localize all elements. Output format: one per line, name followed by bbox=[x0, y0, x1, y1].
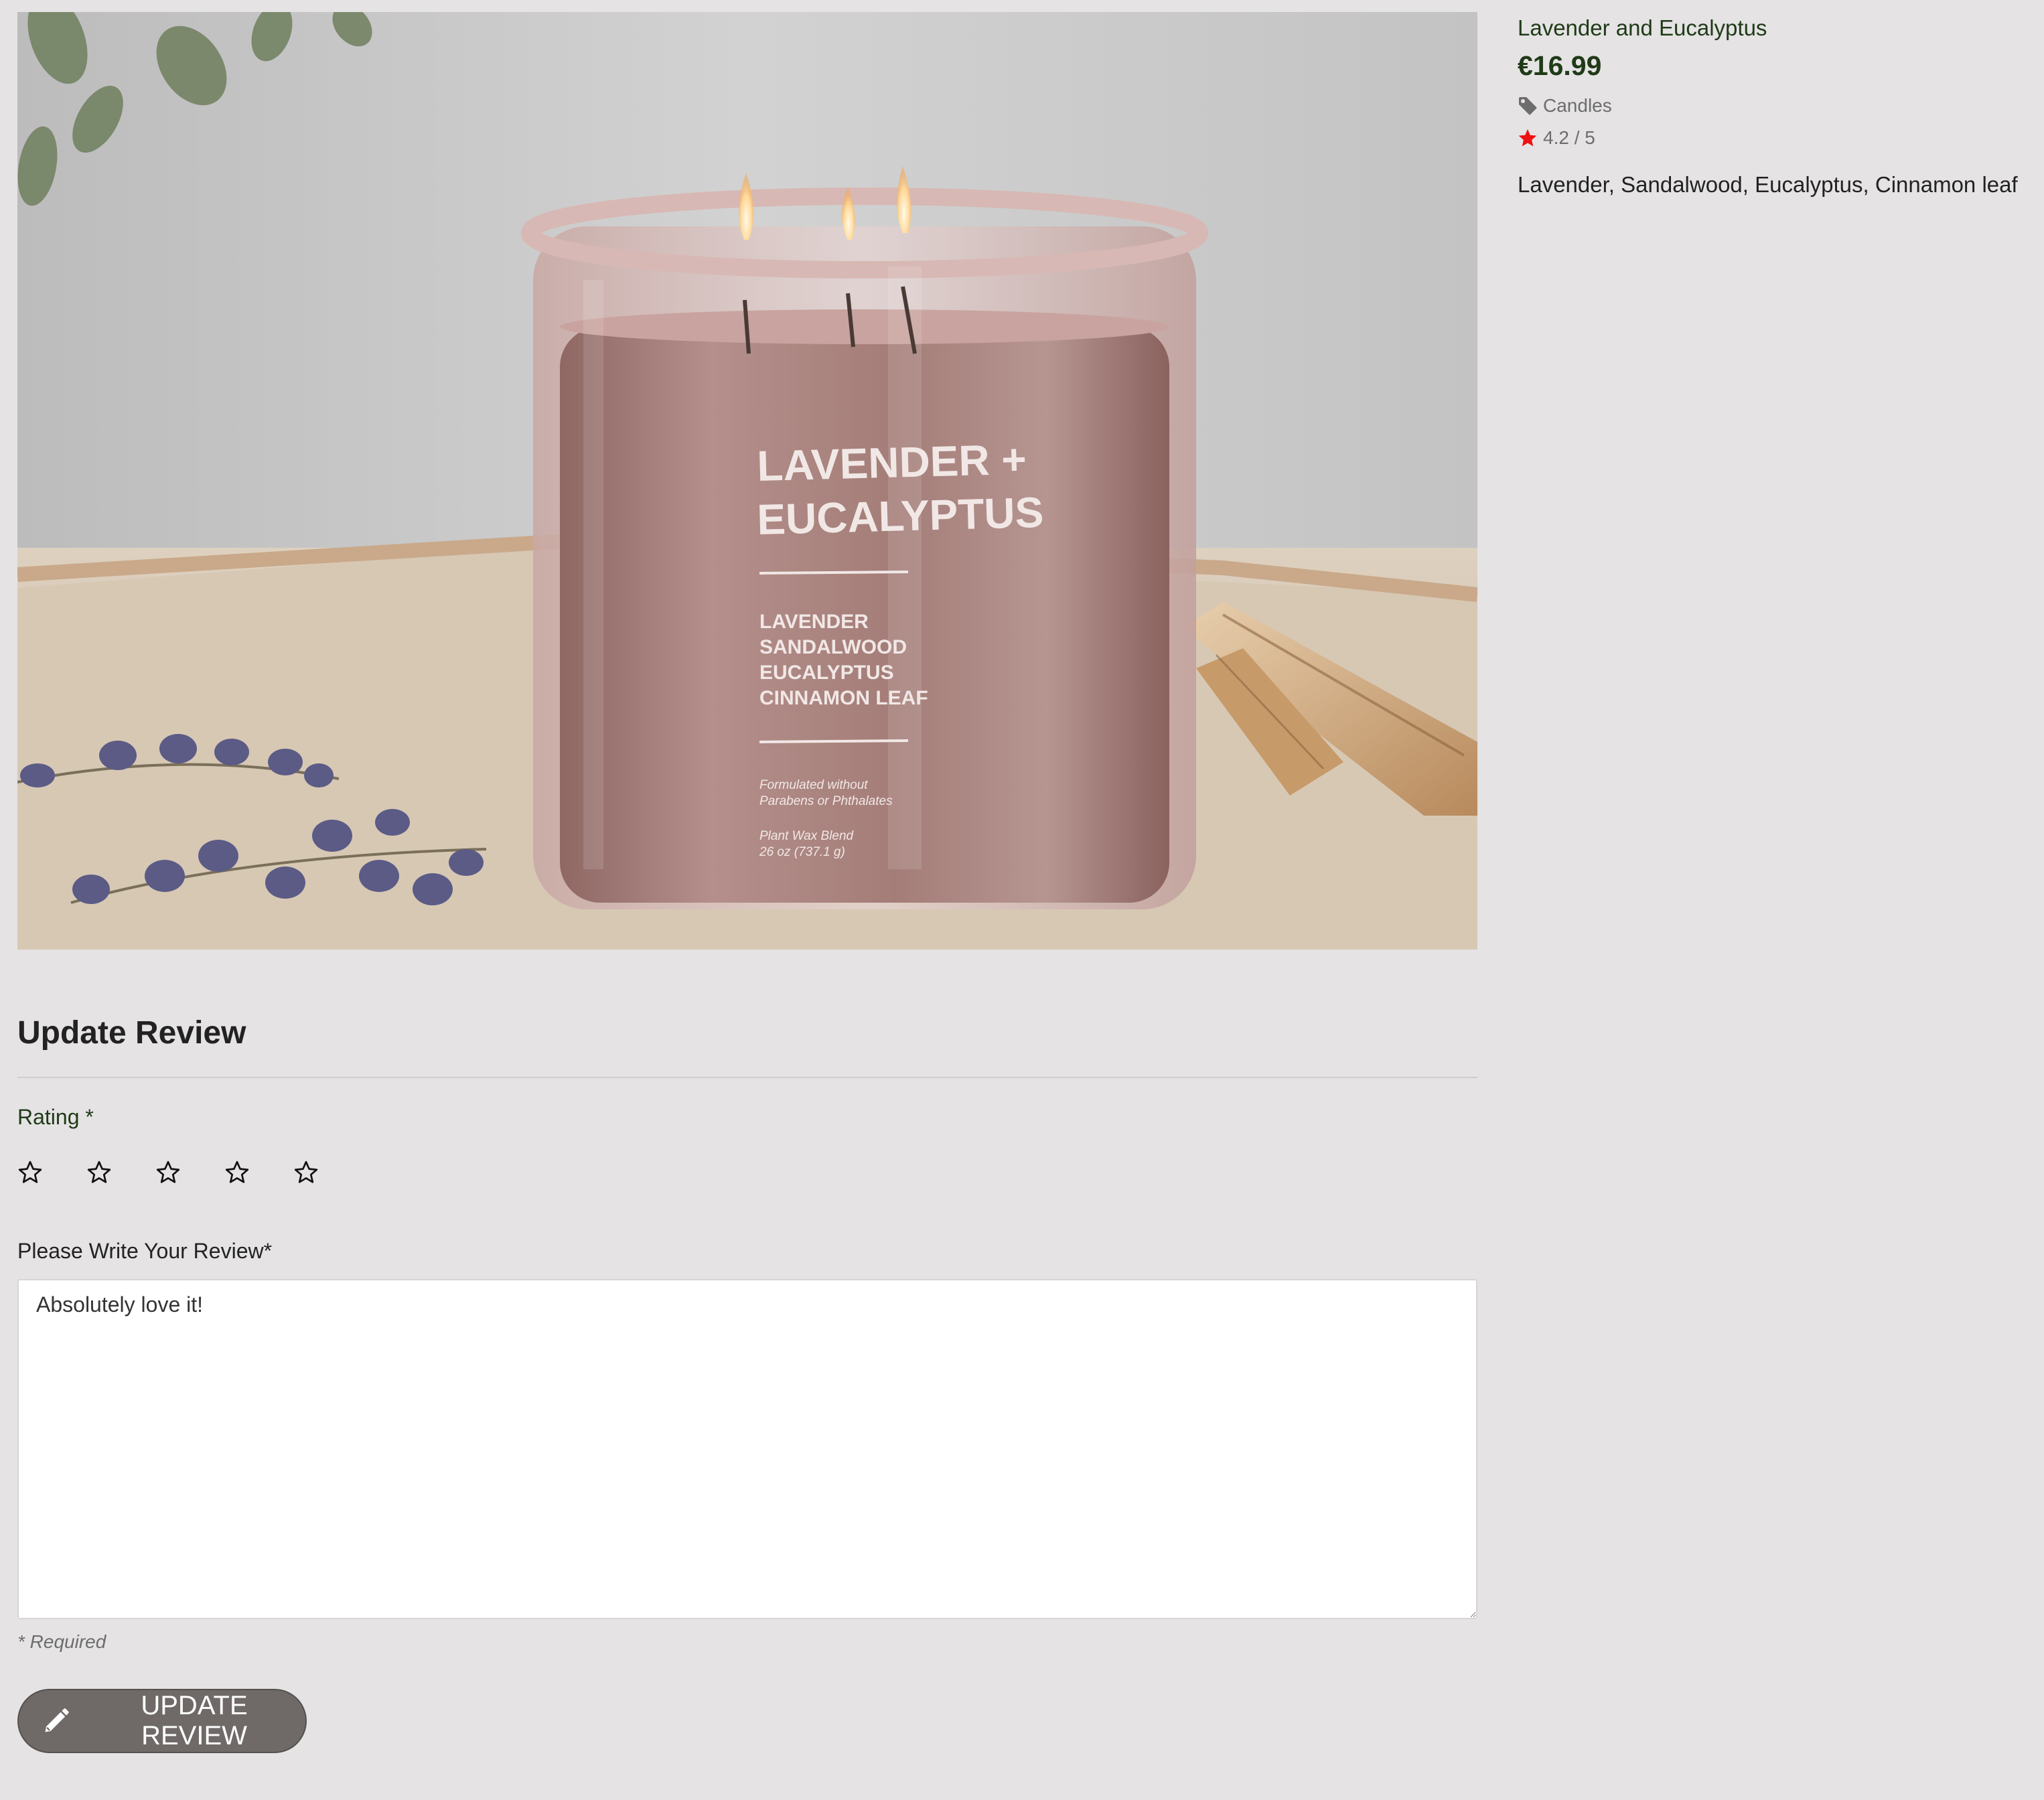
image-fine-3: Plant Wax Blend bbox=[759, 829, 855, 843]
product-rating: 4.2 / 5 bbox=[1518, 125, 2027, 151]
review-form: Update Review Rating * Please Write Your… bbox=[17, 1004, 1477, 1753]
star-icon bbox=[1518, 128, 1538, 148]
divider bbox=[17, 1077, 1477, 1078]
product-price: €16.99 bbox=[1518, 50, 1602, 81]
product-name: Lavender and Eucalyptus bbox=[1518, 15, 1767, 40]
product-rating-value: 4.2 / 5 bbox=[1543, 127, 1595, 148]
product-notes: Lavender, Sandalwood, Eucalyptus, Cinnam… bbox=[1518, 172, 2018, 197]
image-label-line1: LAVENDER + bbox=[756, 435, 1027, 490]
rating-star-2-icon[interactable] bbox=[86, 1160, 112, 1185]
update-review-button[interactable]: UPDATE REVIEW bbox=[17, 1689, 307, 1753]
product-category[interactable]: Candles bbox=[1518, 92, 2027, 119]
pencil-icon bbox=[42, 1706, 71, 1736]
image-fine-2: Parabens or Phthalates bbox=[759, 794, 893, 808]
required-note: * Required bbox=[17, 1631, 106, 1652]
product-image: LAVENDER + EUCALYPTUS LAVENDER SANDALWOO… bbox=[17, 12, 1477, 950]
rating-star-5-icon[interactable] bbox=[293, 1160, 319, 1185]
image-ingredient-4: CINNAMON LEAF bbox=[759, 687, 928, 709]
rating-star-1-icon[interactable] bbox=[17, 1160, 43, 1185]
image-fine-1: Formulated without bbox=[759, 778, 868, 792]
image-label-line2: EUCALYPTUS bbox=[756, 488, 1044, 544]
tag-icon bbox=[1518, 96, 1538, 116]
product-info: Lavender and Eucalyptus €16.99 Candles 4… bbox=[1518, 13, 2027, 200]
rating-star-4-icon[interactable] bbox=[224, 1160, 250, 1185]
image-ingredient-3: EUCALYPTUS bbox=[759, 662, 894, 684]
rating-label: Rating * bbox=[17, 1105, 94, 1129]
image-ingredient-2: SANDALWOOD bbox=[759, 636, 907, 658]
update-review-label: UPDATE REVIEW bbox=[141, 1691, 248, 1750]
review-textarea[interactable]: Absolutely love it! bbox=[17, 1279, 1477, 1619]
review-text-label: Please Write Your Review* bbox=[17, 1239, 273, 1263]
image-ingredient-1: LAVENDER bbox=[759, 611, 869, 633]
rating-star-3-icon[interactable] bbox=[155, 1160, 181, 1185]
image-fine-4: 26 oz (737.1 g) bbox=[759, 845, 845, 859]
review-title: Update Review bbox=[17, 1015, 246, 1051]
product-category-label: Candles bbox=[1543, 95, 1612, 116]
rating-input bbox=[17, 1156, 1477, 1189]
